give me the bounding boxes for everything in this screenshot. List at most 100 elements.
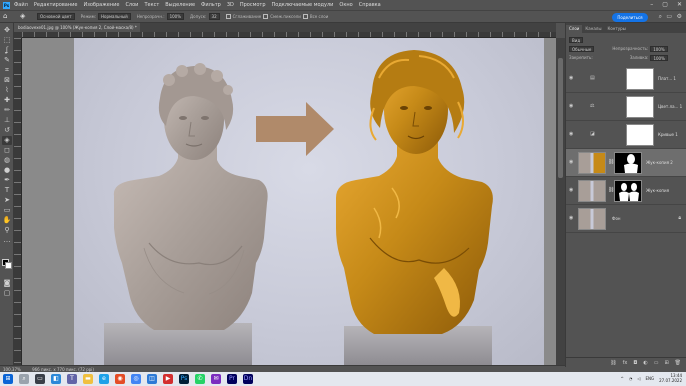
network-icon[interactable]: ◔: [629, 376, 633, 381]
photoshop-logo-icon[interactable]: Ps: [3, 1, 10, 9]
layer-row-curves[interactable]: ◉ ◪ Кривые 1: [566, 121, 686, 149]
tab-layers[interactable]: Слои: [566, 25, 583, 33]
file-explorer-icon[interactable]: ▬: [83, 374, 93, 384]
menu-image[interactable]: Изображение: [83, 2, 119, 8]
group-icon[interactable]: ▭: [654, 358, 659, 367]
eraser-tool-icon[interactable]: ◻: [2, 146, 12, 155]
visibility-eye-icon[interactable]: ◉: [569, 131, 573, 137]
type-tool-icon[interactable]: T: [2, 186, 12, 195]
more-tools-icon[interactable]: …: [2, 236, 12, 245]
search-icon[interactable]: ⌕: [19, 374, 29, 384]
frame-tool-icon[interactable]: ⊠: [2, 76, 12, 85]
eyedropper-tool-icon[interactable]: ⌇: [2, 86, 12, 95]
screen-mode-icon[interactable]: ▢: [2, 289, 12, 298]
edge-icon[interactable]: e: [99, 374, 109, 384]
layer-mask-thumbnail[interactable]: [626, 96, 654, 118]
menu-layers[interactable]: Слои: [125, 2, 138, 8]
visibility-eye-icon[interactable]: ◉: [569, 159, 573, 165]
canvas-area[interactable]: [22, 38, 556, 365]
store-icon[interactable]: ◫: [147, 374, 157, 384]
tolerance-input[interactable]: 32: [208, 13, 220, 20]
hand-tool-icon[interactable]: ✋: [2, 216, 12, 225]
menu-view[interactable]: Просмотр: [240, 2, 266, 8]
history-brush-tool-icon[interactable]: ↺: [2, 126, 12, 135]
firefox-icon[interactable]: ◉: [115, 374, 125, 384]
mode-select[interactable]: Нормальный: [98, 13, 131, 20]
antialias-checkbox[interactable]: [225, 14, 231, 19]
visibility-eye-icon[interactable]: ◉: [569, 215, 573, 221]
marquee-tool-icon[interactable]: ⬚: [2, 36, 12, 45]
home-icon[interactable]: ⌂: [3, 12, 12, 21]
teams-icon[interactable]: T: [67, 374, 77, 384]
adjustment-layer-icon[interactable]: ◐: [643, 358, 647, 367]
dimension-icon[interactable]: Dn: [243, 374, 253, 384]
background-color-swatch[interactable]: [5, 262, 12, 269]
media-player-icon[interactable]: ▶: [163, 374, 173, 384]
close-icon[interactable]: ✕: [677, 1, 682, 8]
layer-row-bust-copy-2[interactable]: ◉ ⛓ Жук-копия 2: [566, 149, 686, 177]
menu-type[interactable]: Текст: [144, 2, 159, 8]
visibility-eye-icon[interactable]: ◉: [569, 103, 573, 109]
layer-thumbnail[interactable]: [578, 180, 606, 202]
keyboard-language[interactable]: ENG: [645, 376, 654, 381]
kind-filter-select[interactable]: Вид: [569, 36, 584, 43]
clock[interactable]: 13:44 27.07.2022: [659, 373, 682, 383]
photoshop-taskbar-icon[interactable]: Ps: [179, 374, 189, 384]
menu-edit[interactable]: Редактирование: [34, 2, 78, 8]
layer-row-levels[interactable]: ◉ ▤ Плат... 1: [566, 65, 686, 93]
paint-bucket-tool-icon[interactable]: ◈: [20, 12, 29, 21]
shape-tool-icon[interactable]: ▭: [2, 206, 12, 215]
menu-window[interactable]: Окно: [339, 2, 352, 8]
layer-mask-thumbnail[interactable]: [614, 152, 642, 174]
add-mask-icon[interactable]: ◘: [633, 358, 637, 367]
trash-icon[interactable]: 🗑︎: [675, 358, 681, 367]
menu-help[interactable]: Справка: [359, 2, 381, 8]
layer-thumbnail[interactable]: [578, 208, 606, 230]
premiere-icon[interactable]: Pr: [227, 374, 237, 384]
document-tab[interactable]: bodiaovexe01.jpg @ 100% (Жук-копия 2, Сл…: [14, 23, 140, 32]
zoom-tool-icon[interactable]: ⚲: [2, 226, 12, 235]
vertical-scrollbar[interactable]: [556, 38, 565, 365]
windows-start-icon[interactable]: ⊞: [3, 374, 13, 384]
layer-mask-thumbnail[interactable]: [626, 68, 654, 90]
quick-select-tool-icon[interactable]: ✎: [2, 56, 12, 65]
workspace-icon[interactable]: ▭: [666, 13, 672, 20]
share-button[interactable]: Поделиться: [612, 13, 648, 22]
layer-row-background[interactable]: ◉ Фон 🔒︎: [566, 205, 686, 233]
path-select-tool-icon[interactable]: ➤: [2, 196, 12, 205]
all-layers-checkbox[interactable]: [302, 14, 308, 19]
contiguous-checkbox[interactable]: [263, 14, 269, 19]
link-layers-icon[interactable]: ⛓: [610, 358, 616, 367]
paint-bucket-tool-icon[interactable]: ◈: [2, 136, 12, 145]
fill-source-select[interactable]: Основной цвет: [37, 13, 75, 20]
opacity-input[interactable]: 100%: [166, 13, 185, 20]
quick-mask-icon[interactable]: ◙: [2, 279, 12, 288]
healing-tool-icon[interactable]: ✚: [2, 96, 12, 105]
menu-select[interactable]: Выделение: [165, 2, 195, 8]
document-image[interactable]: [74, 38, 544, 365]
stamp-tool-icon[interactable]: ⊥: [2, 116, 12, 125]
chrome-icon[interactable]: ◎: [131, 374, 141, 384]
dodge-tool-icon[interactable]: ●: [2, 166, 12, 175]
new-layer-icon[interactable]: ⊞: [664, 358, 668, 367]
tab-channels[interactable]: Каналы: [582, 25, 604, 33]
brush-tool-icon[interactable]: ✏: [2, 106, 12, 115]
fx-icon[interactable]: fx: [623, 358, 628, 367]
blur-tool-icon[interactable]: ◍: [2, 156, 12, 165]
move-tool-icon[interactable]: ✥: [2, 26, 12, 35]
fill-input[interactable]: 100%: [650, 54, 668, 61]
crop-tool-icon[interactable]: ⌗: [2, 66, 12, 75]
volume-icon[interactable]: ◁: [637, 376, 640, 381]
vertical-ruler[interactable]: [14, 38, 22, 365]
chevron-up-icon[interactable]: ^: [621, 376, 624, 381]
scrollbar-thumb[interactable]: [558, 58, 563, 178]
settings-icon[interactable]: ⚙: [677, 13, 682, 20]
lasso-tool-icon[interactable]: ʆ: [2, 46, 12, 55]
pen-tool-icon[interactable]: ✒: [2, 176, 12, 185]
layer-thumbnail[interactable]: [578, 152, 606, 174]
layer-mask-thumbnail[interactable]: [614, 180, 642, 202]
menu-3d[interactable]: 3D: [227, 2, 234, 8]
layer-row-color-balance[interactable]: ◉ ⚖ Цвет.ла... 1: [566, 93, 686, 121]
widgets-icon[interactable]: ◧: [51, 374, 61, 384]
minimize-icon[interactable]: –: [650, 1, 653, 8]
